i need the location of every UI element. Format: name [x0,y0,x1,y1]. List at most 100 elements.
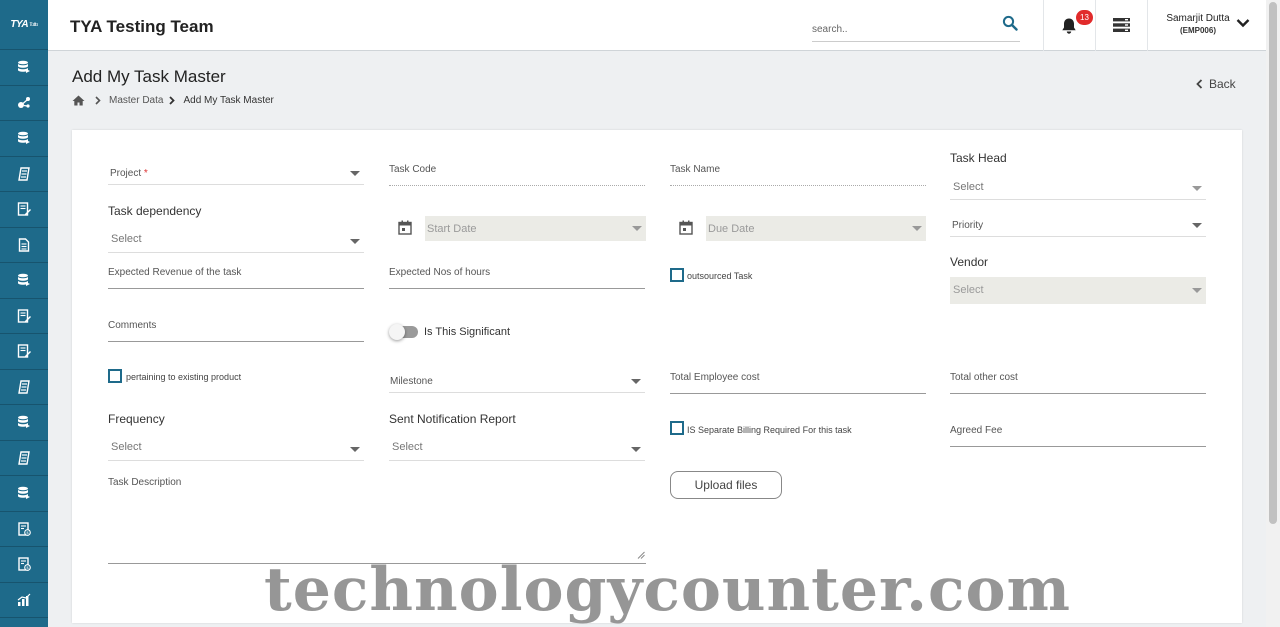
sidebar-item-7[interactable] [0,263,48,299]
ledger-icon [17,167,31,181]
sidebar-item-2[interactable] [0,86,48,121]
due-date-input: Due Date [706,216,926,241]
outsourced-label: outsourced Task [687,271,753,281]
caret-down-icon [632,226,642,231]
home-icon[interactable] [72,95,85,106]
database-icon [17,273,31,287]
task-code-input[interactable] [389,179,645,186]
user-code: (EMP006) [1179,26,1216,35]
pertaining-checkbox[interactable] [108,369,122,383]
significant-toggle[interactable] [389,324,418,340]
bell-icon[interactable] [1060,17,1078,35]
caret-down-icon [1192,288,1202,293]
search-icon[interactable] [1002,15,1018,31]
expected-hours-input[interactable] [389,282,645,289]
top-header: TYA Testing Team 13 Samarjit Dutta (EMP0… [48,0,1266,51]
frequency-label: Frequency [108,412,165,426]
frequency-select[interactable]: Select [108,437,364,461]
agreed-fee-label: Agreed Fee [950,425,1003,436]
chevron-right-icon [169,96,176,105]
invoice-icon: $ [17,522,31,536]
vendor-select: Select [950,277,1206,304]
sidebar-item-8[interactable] [0,299,48,334]
separate-billing-checkbox[interactable] [670,421,684,435]
user-name: Samarjit Dutta [1166,13,1230,24]
task-head-placeholder: Select [953,181,984,193]
task-dependency-label: Task dependency [108,204,202,218]
sidebar-item-1[interactable] [0,50,48,86]
frequency-placeholder: Select [111,441,142,453]
breadcrumb-master-data[interactable]: Master Data [109,95,163,106]
task-description-textarea[interactable] [108,492,646,564]
significant-label: Is This Significant [424,326,511,338]
vendor-label: Vendor [950,255,989,269]
milestone-label: Milestone [390,376,433,387]
logo-text: TYA [10,19,29,30]
task-name-input[interactable] [670,179,926,186]
header-divider [1043,0,1044,51]
comments-input[interactable] [108,335,364,342]
caret-down-icon [1192,186,1202,191]
sidebar-item-4[interactable] [0,157,48,192]
sent-notification-placeholder: Select [392,441,423,453]
chevron-down-icon[interactable] [1236,18,1250,28]
project-label: Project [110,168,142,179]
milestone-select[interactable]: Milestone [389,369,645,393]
expected-revenue-input[interactable] [108,282,364,289]
upload-files-button[interactable]: Upload files [670,471,782,499]
sidebar-item-10[interactable] [0,370,48,405]
breadcrumb-current: Add My Task Master [183,95,274,106]
due-date-placeholder: Due Date [708,223,755,235]
vendor-placeholder: Select [953,284,984,296]
total-other-cost-input[interactable] [950,387,1206,394]
back-label: Back [1209,77,1236,91]
task-head-select[interactable]: Select [950,176,1206,200]
invoice-icon: $ [17,557,31,572]
logo-subtext: Tuttu [29,21,38,28]
search-input[interactable] [812,24,992,35]
sent-notification-select[interactable]: Select [389,437,645,461]
task-dependency-select[interactable]: Select [108,229,364,253]
calendar-icon[interactable] [679,220,693,235]
sidebar-item-11[interactable] [0,405,48,441]
sidebar-item-13[interactable] [0,476,48,512]
agreed-fee-input[interactable] [950,440,1206,447]
caret-down-icon [350,239,360,244]
sidebar-item-16[interactable] [0,583,48,618]
sidebar-item-9[interactable] [0,334,48,370]
priority-label: Priority [952,220,984,231]
task-description-label: Task Description [108,477,182,488]
sidebar-item-12[interactable] [0,441,48,476]
back-button[interactable]: Back [1196,77,1236,91]
chevron-right-icon [95,96,101,105]
required-mark: * [143,168,148,179]
document-edit-icon [17,344,31,358]
app-logo[interactable]: TYA Tuttu [0,0,48,50]
start-date-input: Start Date [425,216,646,241]
caret-down-icon [350,447,360,452]
document-icon [17,238,31,252]
sidebar-item-14[interactable]: $ [0,512,48,547]
outsourced-checkbox[interactable] [670,268,684,282]
sidebar-item-6[interactable] [0,228,48,263]
expected-revenue-label: Expected Revenue of the task [108,267,242,278]
total-employee-cost-input[interactable] [670,387,926,394]
sidebar-item-3[interactable] [0,121,48,157]
database-icon [17,131,31,145]
database-icon [17,60,31,74]
calendar-icon[interactable] [398,220,412,235]
caret-down-icon [350,171,360,176]
priority-select[interactable]: Priority [950,213,1206,237]
project-select[interactable]: Project * [108,161,364,185]
scrollbar-thumb[interactable] [1269,2,1277,524]
user-profile[interactable]: Samarjit Dutta (EMP006) [1158,13,1238,35]
watermark: technologycounter.com [264,555,1072,625]
sent-notification-label: Sent Notification Report [389,412,516,426]
total-employee-cost-label: Total Employee cost [670,372,760,383]
database-icon [17,415,31,429]
pertaining-label: pertaining to existing product [126,372,242,382]
sidebar-item-5[interactable] [0,192,48,228]
sidebar-item-15[interactable]: $ [0,547,48,583]
breadcrumb: Master Data Add My Task Master [72,95,274,106]
server-menu-icon[interactable] [1113,18,1130,32]
